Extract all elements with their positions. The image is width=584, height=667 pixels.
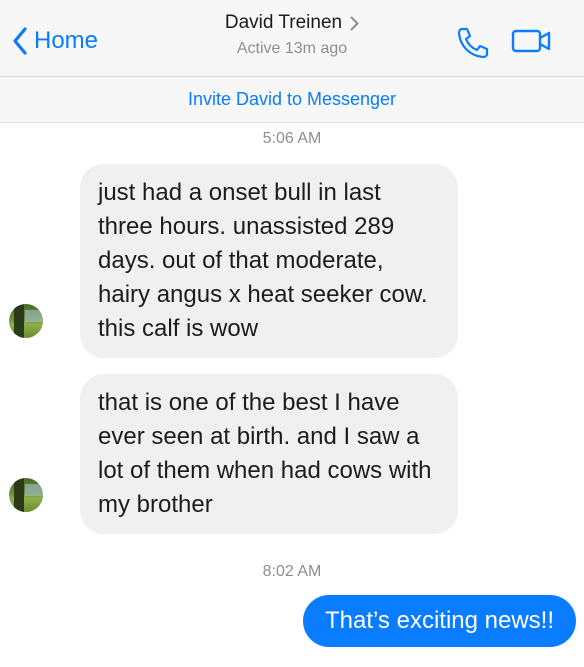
- chevron-right-icon: [350, 16, 359, 30]
- contact-name: David Treinen: [224, 12, 343, 33]
- active-status: Active 13m ago: [236, 40, 348, 57]
- contact-title[interactable]: David Treinen Active 13m ago: [0, 12, 584, 58]
- invite-link[interactable]: Invite David to Messenger: [188, 89, 396, 110]
- message-bubble-incoming[interactable]: that is one of the best I have ever seen…: [80, 374, 458, 534]
- message-bubble-incoming[interactable]: just had a onset bull in last three hour…: [80, 164, 458, 358]
- avatar[interactable]: [9, 304, 43, 338]
- timestamp-2: 8:02 AM: [262, 563, 322, 580]
- avatar[interactable]: [9, 478, 43, 512]
- message-bubble-outgoing[interactable]: That’s exciting news!!: [303, 595, 576, 647]
- invite-banner[interactable]: Invite David to Messenger: [0, 77, 584, 123]
- phone-icon[interactable]: [455, 26, 491, 58]
- timestamp-1: 5:06 AM: [262, 130, 322, 147]
- conversation-header: Home David Treinen Active 13m ago: [0, 0, 584, 77]
- video-camera-icon[interactable]: [511, 28, 553, 54]
